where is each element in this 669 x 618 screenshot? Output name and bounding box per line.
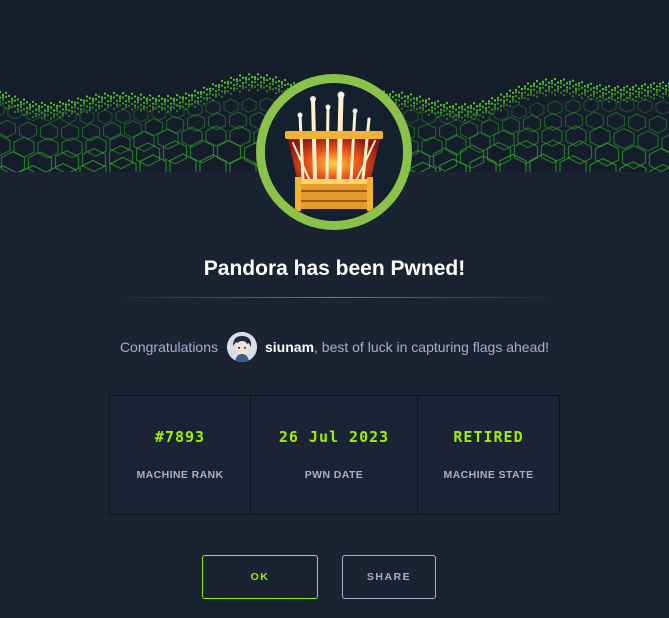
machine-rank-label: MACHINE RANK — [136, 469, 224, 481]
ok-button[interactable]: OK — [202, 555, 318, 599]
pwn-date-value: 26 Jul 2023 — [278, 428, 390, 446]
congrats-suffix: , best of luck in capturing flags ahead! — [314, 339, 550, 355]
pwn-date-label: PWN DATE — [304, 469, 364, 481]
page-title: Pandora has been Pwned! — [203, 257, 466, 280]
machine-badge — [256, 74, 412, 230]
congrats-message: Congratulations siunam , best of luck in… — [0, 331, 669, 363]
machine-rank-value: #7893 — [154, 428, 206, 446]
pandora-box-badge-icon — [265, 83, 403, 221]
stat-pwn-date: 26 Jul 2023 PWN DATE — [250, 396, 417, 514]
title-divider — [112, 297, 557, 298]
congrats-prefix: Congratulations — [119, 339, 218, 355]
share-button[interactable]: SHARE — [342, 555, 436, 599]
machine-state-label: MACHINE STATE — [443, 469, 534, 481]
pwned-modal: Pandora has been Pwned! Congratulations … — [0, 0, 669, 618]
avatar — [227, 332, 257, 362]
stat-machine-rank: #7893 MACHINE RANK — [110, 396, 250, 514]
machine-state-value: RETIRED — [453, 428, 524, 446]
username[interactable]: siunam — [265, 331, 314, 363]
stat-machine-state: RETIRED MACHINE STATE — [417, 396, 559, 514]
stats-panel: #7893 MACHINE RANK 26 Jul 2023 PWN DATE … — [109, 395, 560, 515]
